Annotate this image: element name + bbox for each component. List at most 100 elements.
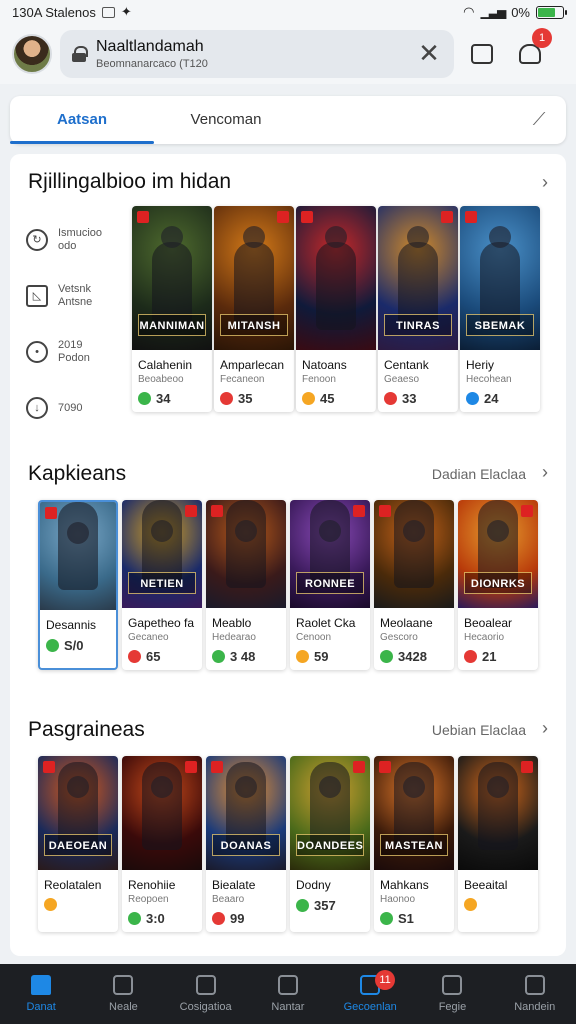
hot-tag-icon bbox=[45, 507, 57, 519]
game-card[interactable]: Beeaital bbox=[458, 756, 538, 932]
chat-icon bbox=[277, 975, 298, 995]
side-item[interactable]: • 2019 Podon bbox=[26, 324, 122, 380]
game-card[interactable]: MITANSH Amparlecan Fecaneon 35 bbox=[214, 206, 294, 412]
game-card[interactable]: DAEOEAN Reolatalen bbox=[38, 756, 118, 932]
nav-item-profile[interactable]: Nandein bbox=[494, 964, 576, 1024]
wifi-icon: ◠ bbox=[463, 4, 475, 19]
chevron-right-icon[interactable]: › bbox=[542, 172, 548, 193]
character-head bbox=[67, 776, 89, 798]
avatar[interactable] bbox=[12, 34, 52, 74]
side-item-sublabel: odo bbox=[58, 240, 77, 252]
game-name: Dodny bbox=[296, 878, 331, 892]
hot-tag-icon bbox=[43, 761, 55, 773]
chevron-right-icon[interactable]: › bbox=[542, 718, 548, 739]
tab-aatsan[interactable]: Aatsan bbox=[10, 96, 154, 144]
character-figure bbox=[58, 502, 98, 590]
pin-icon[interactable]: ⟋ bbox=[528, 109, 550, 131]
rating-icon bbox=[128, 650, 141, 663]
game-subtitle: Geaeso bbox=[384, 374, 420, 385]
side-item[interactable]: ↓ 7090 bbox=[26, 380, 122, 436]
hot-tag-icon bbox=[137, 211, 149, 223]
game-name: Natoans bbox=[302, 358, 347, 372]
see-all-link[interactable]: Dadian Elaclaa bbox=[432, 466, 526, 482]
character-head bbox=[407, 226, 429, 248]
rating-icon bbox=[380, 912, 393, 925]
game-rating: 3:0 bbox=[122, 905, 202, 926]
game-card[interactable]: DOANAS Biealate Beaaro 99 bbox=[206, 756, 286, 932]
rating-value: 21 bbox=[482, 649, 497, 664]
game-card[interactable]: TINRAS Centank Geaeso 33 bbox=[378, 206, 458, 412]
nav-label: Cosigatioa bbox=[179, 1001, 232, 1013]
nav-item-box[interactable]: Cosigatioa bbox=[165, 964, 247, 1024]
notifications-button[interactable]: 1 bbox=[510, 28, 552, 74]
hot-tag-icon bbox=[379, 505, 391, 517]
game-name: Heriy bbox=[466, 358, 495, 372]
nav-item-inbox[interactable]: Gecoenlan 11 bbox=[329, 964, 411, 1024]
rating-value: 35 bbox=[238, 391, 253, 406]
see-all-link[interactable]: Uebian Elaclaa bbox=[432, 722, 526, 738]
side-item[interactable]: ◺ Vetsnk Antsne bbox=[26, 268, 122, 324]
tab-vencoman[interactable]: Vencoman bbox=[154, 96, 298, 144]
game-subtitle: Gescoro bbox=[380, 632, 418, 643]
game-card[interactable]: MANNIMAN Calahenin Beoabeoo 34 bbox=[132, 206, 212, 412]
nav-item-graph[interactable]: Neale bbox=[82, 964, 164, 1024]
hot-tag-icon bbox=[185, 761, 197, 773]
game-subtitle: Hedearao bbox=[212, 632, 256, 643]
nav-label: Neale bbox=[109, 1001, 138, 1013]
game-card[interactable]: Meolaane Gescoro 3428 bbox=[374, 500, 454, 670]
close-icon[interactable]: ✕ bbox=[416, 40, 442, 67]
game-cover-art bbox=[458, 756, 538, 870]
game-name: Beeaital bbox=[464, 878, 508, 892]
game-rating bbox=[458, 892, 538, 911]
game-card[interactable]: Meablo Hedearao 3 48 bbox=[206, 500, 286, 670]
nav-label: Gecoenlan bbox=[343, 1001, 397, 1013]
game-card[interactable]: Renohiie Reopoen 3:0 bbox=[122, 756, 202, 932]
bottom-nav: Danat Neale Cosigatioa Nantar Gecoenlan 11 Feg… bbox=[0, 964, 576, 1024]
game-card[interactable]: Natoans Fenoon 45 bbox=[296, 206, 376, 412]
game-card[interactable]: RONNEE Raolet Cka Cenoon 59 bbox=[290, 500, 370, 670]
section-title: Pasgraineas bbox=[28, 718, 145, 741]
cover-title: MITANSH bbox=[220, 314, 288, 336]
game-rating: 21 bbox=[458, 643, 538, 664]
content-panel: Rjillingalbioo im hidan › ↻ Ismucioo odo … bbox=[10, 154, 566, 956]
game-card[interactable]: DIONRKS Beoalear Hecaorio 21 bbox=[458, 500, 538, 670]
game-cover-art: DIONRKS bbox=[458, 500, 538, 608]
game-rating: 65 bbox=[122, 643, 202, 664]
search-subtitle: Beomnanarcaco (T120 bbox=[96, 58, 208, 70]
game-card[interactable]: DOANDEES Dodny 357 bbox=[290, 756, 370, 932]
character-head bbox=[319, 776, 341, 798]
game-cover-art: MANNIMAN bbox=[132, 206, 212, 350]
character-head bbox=[403, 520, 425, 542]
game-cover-art: MASTEAN bbox=[374, 756, 454, 870]
hot-tag-icon bbox=[441, 211, 453, 223]
rating-value: 24 bbox=[484, 391, 499, 406]
game-card[interactable]: Desannis S/0 bbox=[38, 500, 118, 670]
rating-icon bbox=[384, 392, 397, 405]
game-subtitle: Beaaro bbox=[212, 894, 245, 905]
battery-icon bbox=[536, 5, 567, 19]
nav-item-edit[interactable]: Fegie bbox=[411, 964, 493, 1024]
side-item[interactable]: ↻ Ismucioo odo bbox=[26, 212, 122, 268]
side-item-label: Ismucioo bbox=[58, 227, 103, 239]
character-head bbox=[319, 520, 341, 542]
navigation-arrow-icon: ✦ bbox=[120, 4, 132, 19]
game-rating: 33 bbox=[378, 385, 458, 406]
nav-badge: 11 bbox=[375, 970, 396, 990]
chevron-right-icon[interactable]: › bbox=[542, 462, 548, 483]
nav-item-chat[interactable]: Nantar bbox=[247, 964, 329, 1024]
game-card[interactable]: SBEMAK Heriy Hecohean 24 bbox=[460, 206, 540, 412]
game-subtitle: Cenoon bbox=[296, 632, 332, 643]
game-rating: 99 bbox=[206, 905, 286, 926]
hot-tag-icon bbox=[211, 505, 223, 517]
character-head bbox=[235, 776, 257, 798]
nav-item-home[interactable]: Danat bbox=[0, 964, 82, 1024]
search-bar[interactable]: Naaltlandamah Beomnanarcaco (T120 ✕ bbox=[60, 30, 454, 78]
status-bar: 130A Stalenos ✦ ◠ ▁▃▅ 0% bbox=[0, 0, 576, 24]
game-name: Raolet Cka bbox=[296, 616, 356, 630]
game-card[interactable]: NETIEN Gapetheo fa Gecaneo 65 bbox=[122, 500, 202, 670]
profile-icon bbox=[524, 975, 545, 995]
tabs-button[interactable] bbox=[462, 34, 502, 74]
game-card[interactable]: MASTEAN Mahkans Haonoo S1 bbox=[374, 756, 454, 932]
rating-value: 3428 bbox=[398, 649, 427, 664]
home-icon bbox=[31, 975, 52, 995]
